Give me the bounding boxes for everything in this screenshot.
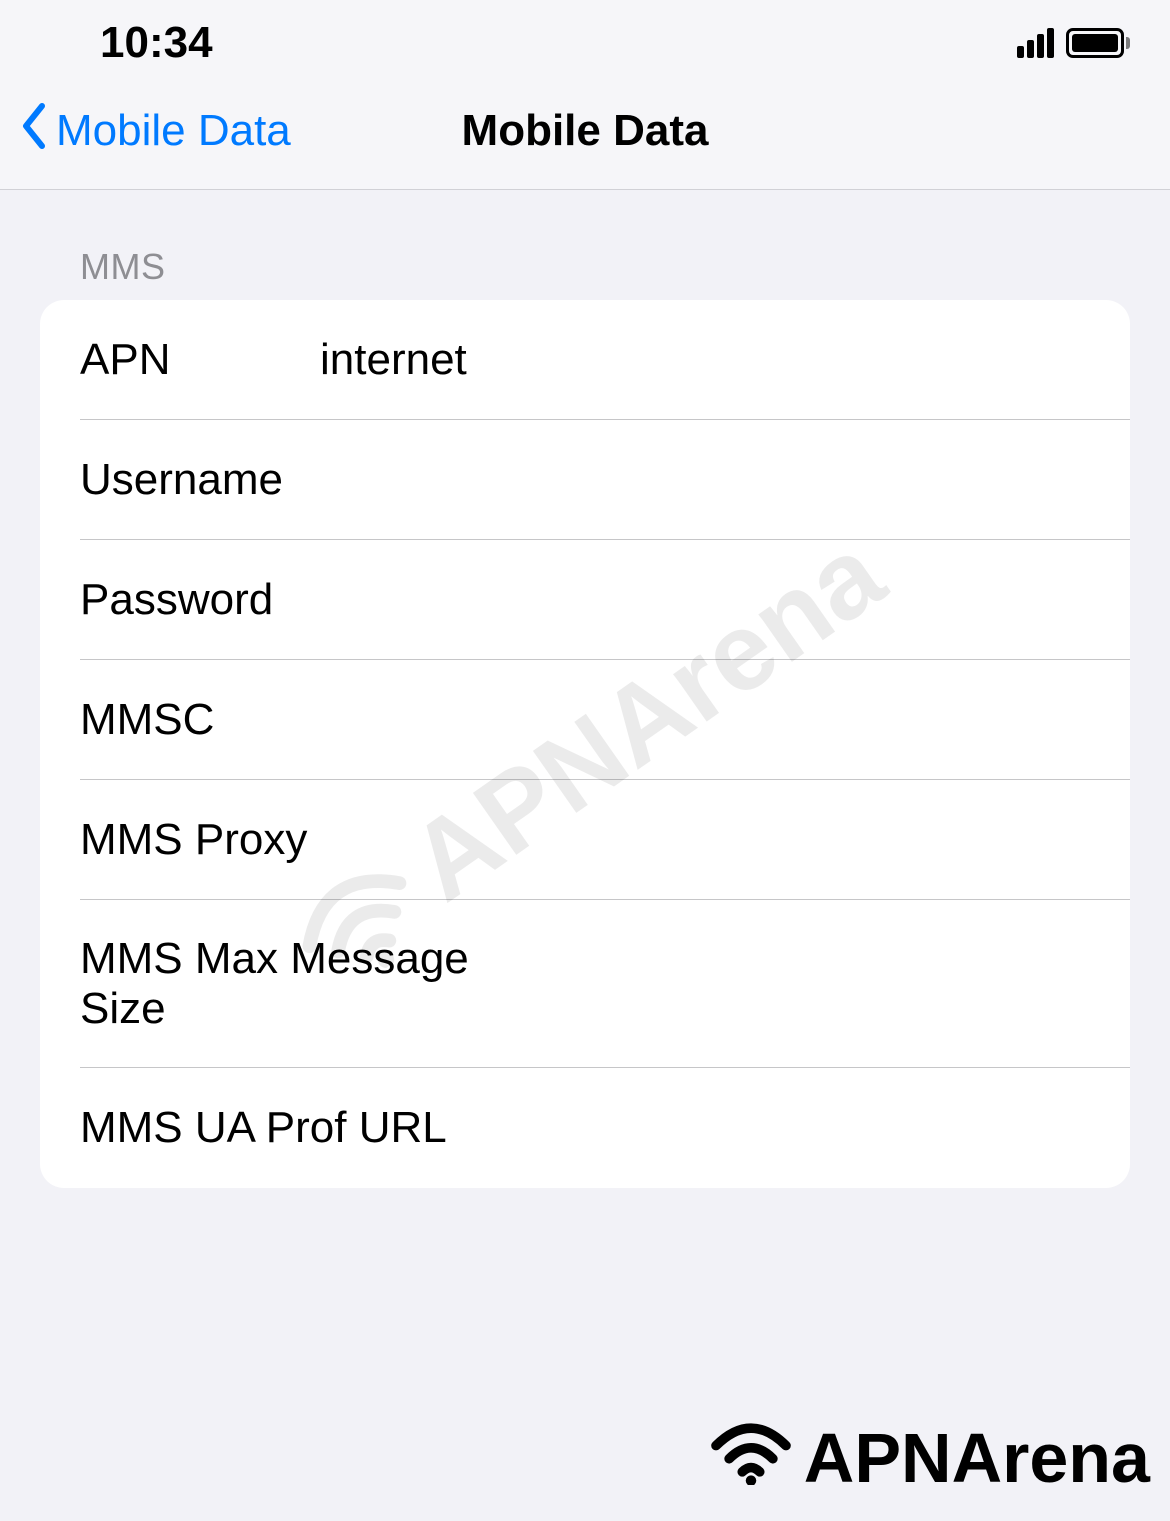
password-label: Password	[80, 575, 320, 625]
page-title: Mobile Data	[462, 106, 709, 156]
wifi-icon	[706, 1415, 796, 1501]
mms-proxy-input[interactable]	[320, 815, 1090, 865]
apn-label: APN	[80, 335, 320, 385]
settings-group-mms: APN Username Password MMSC MMS Proxy MMS…	[40, 300, 1130, 1188]
mms-max-size-row[interactable]: MMS Max Message Size	[40, 900, 1130, 1068]
status-time: 10:34	[100, 18, 213, 68]
mms-max-size-label: MMS Max Message Size	[80, 934, 515, 1034]
status-icons	[1017, 28, 1130, 58]
footer-logo: APNArena	[706, 1415, 1150, 1501]
section-header-mms: MMS	[0, 190, 1170, 300]
mmsc-input[interactable]	[320, 695, 1090, 745]
username-label: Username	[80, 455, 320, 505]
mms-ua-prof-label: MMS UA Prof URL	[80, 1103, 447, 1153]
status-bar: 10:34	[0, 0, 1170, 78]
battery-icon	[1066, 28, 1130, 58]
mms-ua-prof-input[interactable]	[447, 1103, 1090, 1153]
password-row[interactable]: Password	[40, 540, 1130, 660]
back-button[interactable]: Mobile Data	[20, 102, 291, 159]
apn-row[interactable]: APN	[40, 300, 1130, 420]
chevron-left-icon	[20, 102, 48, 159]
apn-input[interactable]	[320, 335, 1090, 385]
mms-max-size-input[interactable]	[515, 959, 1090, 1009]
signal-icon	[1017, 28, 1054, 58]
mms-ua-prof-row[interactable]: MMS UA Prof URL	[40, 1068, 1130, 1188]
username-input[interactable]	[320, 455, 1090, 505]
username-row[interactable]: Username	[40, 420, 1130, 540]
mmsc-row[interactable]: MMSC	[40, 660, 1130, 780]
nav-bar: Mobile Data Mobile Data	[0, 78, 1170, 190]
mmsc-label: MMSC	[80, 695, 320, 745]
footer-logo-text: APNArena	[804, 1418, 1150, 1498]
mms-proxy-row[interactable]: MMS Proxy	[40, 780, 1130, 900]
mms-proxy-label: MMS Proxy	[80, 815, 320, 865]
back-label: Mobile Data	[56, 106, 291, 156]
password-input[interactable]	[320, 575, 1090, 625]
